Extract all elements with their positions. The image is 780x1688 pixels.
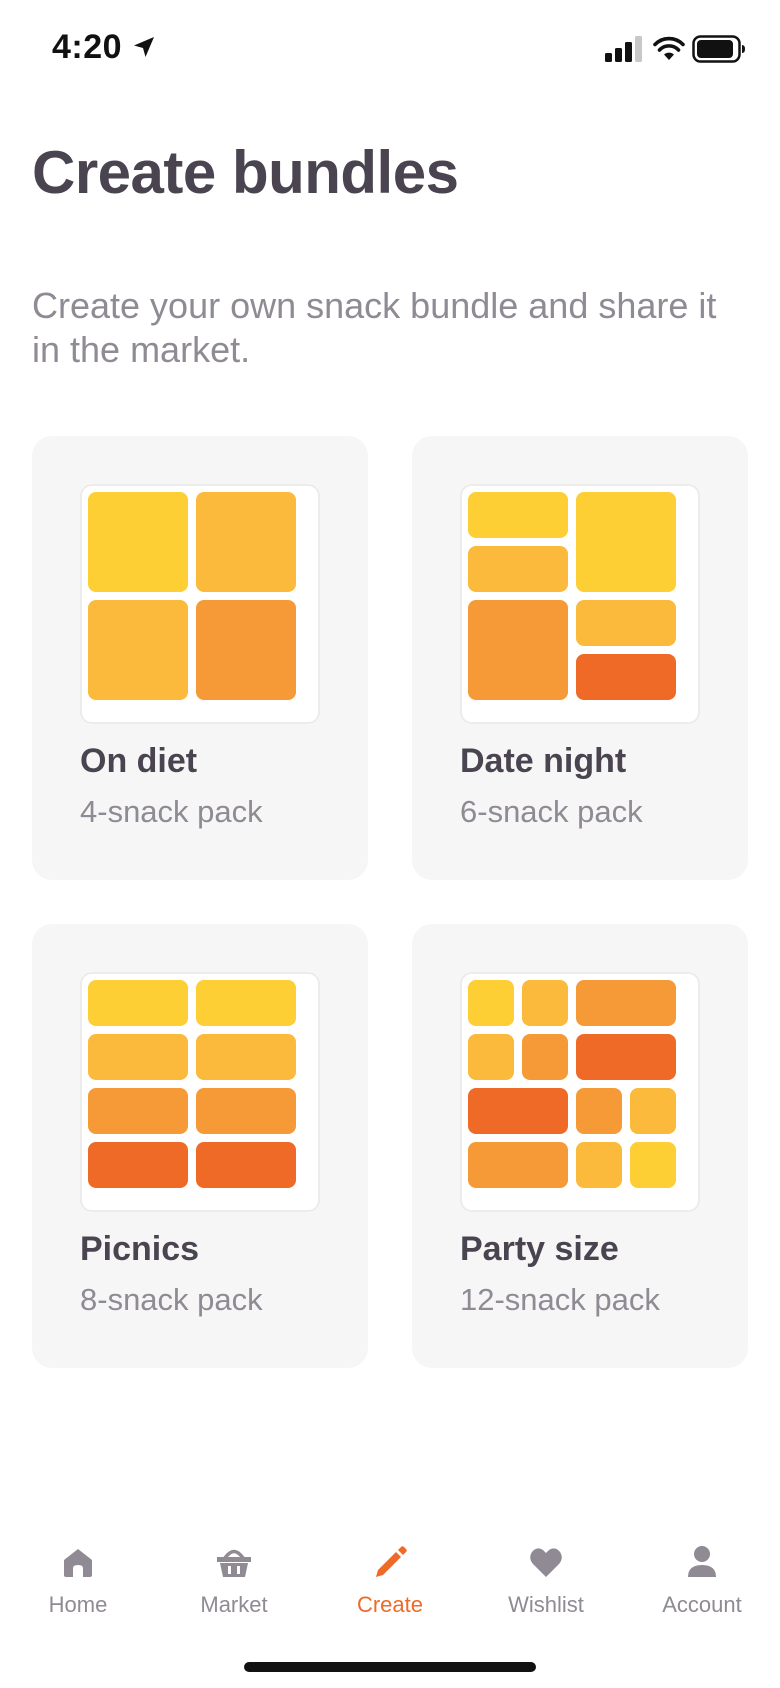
tab-home-label: Home: [48, 1592, 108, 1617]
snack-slot: [576, 1142, 622, 1188]
create-bundles-screen: 4:20 Create bundles Create your own snac…: [0, 0, 780, 1688]
snack-slot: [576, 492, 676, 592]
bottom-tab-bar: Home Market Create Wishlist Account: [0, 1528, 780, 1638]
snack-slot: [88, 1088, 188, 1134]
tab-account[interactable]: Account: [624, 1528, 780, 1638]
tab-market-label: Market: [200, 1592, 268, 1617]
page-title: Create bundles: [32, 139, 459, 206]
bundle-layout-4-grid: [80, 484, 320, 724]
snack-slot: [468, 546, 568, 592]
home-icon: [64, 1549, 92, 1577]
snack-slot: [468, 980, 514, 1026]
snack-slot: [576, 654, 676, 700]
bundle-card-picnics[interactable]: Picnics 8-snack pack: [32, 924, 368, 1368]
bundle-card-party-size[interactable]: Party size 12-snack pack: [412, 924, 748, 1368]
bundle-pack-size: 12-snack pack: [460, 1282, 660, 1317]
location-arrow-icon: [134, 37, 154, 57]
snack-slot: [196, 980, 296, 1026]
snack-slot: [468, 1088, 568, 1134]
battery-icon: [692, 35, 745, 63]
snack-slot: [576, 600, 676, 646]
snack-slot: [88, 1142, 188, 1188]
heart-icon: [530, 1548, 562, 1577]
snack-slot: [630, 1088, 676, 1134]
bundle-card-date-night[interactable]: Date night 6-snack pack: [412, 436, 748, 880]
bundle-layout-12-grid: [460, 972, 700, 1212]
snack-slot: [196, 1088, 296, 1134]
snack-slot: [522, 980, 568, 1026]
bundle-pack-size: 4-snack pack: [80, 794, 263, 829]
bundle-name: Party size: [460, 1230, 619, 1268]
snack-slot: [196, 492, 296, 592]
snack-slot: [88, 980, 188, 1026]
snack-slot: [576, 980, 676, 1026]
bundle-name: Picnics: [80, 1230, 200, 1268]
basket-icon: [217, 1549, 251, 1577]
tab-home[interactable]: Home: [0, 1528, 156, 1638]
snack-slot: [522, 1034, 568, 1080]
bundle-layout-6-grid: [460, 484, 700, 724]
status-bar: 4:20: [0, 0, 780, 100]
snack-slot: [196, 1034, 296, 1080]
tab-create-label: Create: [356, 1592, 424, 1617]
page-subtitle: Create your own snack bundle and share i…: [32, 285, 717, 370]
bundle-pack-size: 6-snack pack: [460, 794, 643, 829]
tab-account-label: Account: [662, 1592, 742, 1617]
bundle-name: On diet: [80, 742, 198, 780]
bundle-card-on-diet[interactable]: On diet 4-snack pack: [32, 436, 368, 880]
snack-slot: [468, 492, 568, 538]
bundle-name: Date night: [460, 742, 627, 780]
home-indicator[interactable]: [244, 1662, 536, 1672]
cellular-signal-icon: [605, 36, 642, 62]
user-icon: [688, 1546, 716, 1577]
tab-wishlist[interactable]: Wishlist: [468, 1528, 624, 1638]
status-time: 4:20: [52, 28, 123, 66]
bundle-pack-size: 8-snack pack: [80, 1282, 263, 1317]
pencil-icon: [376, 1546, 407, 1577]
wifi-icon: [653, 36, 685, 60]
snack-slot: [196, 600, 296, 700]
snack-slot: [88, 492, 188, 592]
snack-slot: [88, 1034, 188, 1080]
tab-create[interactable]: Create: [312, 1528, 468, 1638]
tab-market[interactable]: Market: [156, 1528, 312, 1638]
snack-slot: [468, 1142, 568, 1188]
snack-slot: [576, 1088, 622, 1134]
snack-slot: [576, 1034, 676, 1080]
snack-slot: [630, 1142, 676, 1188]
snack-slot: [88, 600, 188, 700]
snack-slot: [468, 1034, 514, 1080]
bundle-layout-8-grid: [80, 972, 320, 1212]
snack-slot: [196, 1142, 296, 1188]
snack-slot: [468, 600, 568, 700]
tab-wishlist-label: Wishlist: [508, 1592, 584, 1617]
